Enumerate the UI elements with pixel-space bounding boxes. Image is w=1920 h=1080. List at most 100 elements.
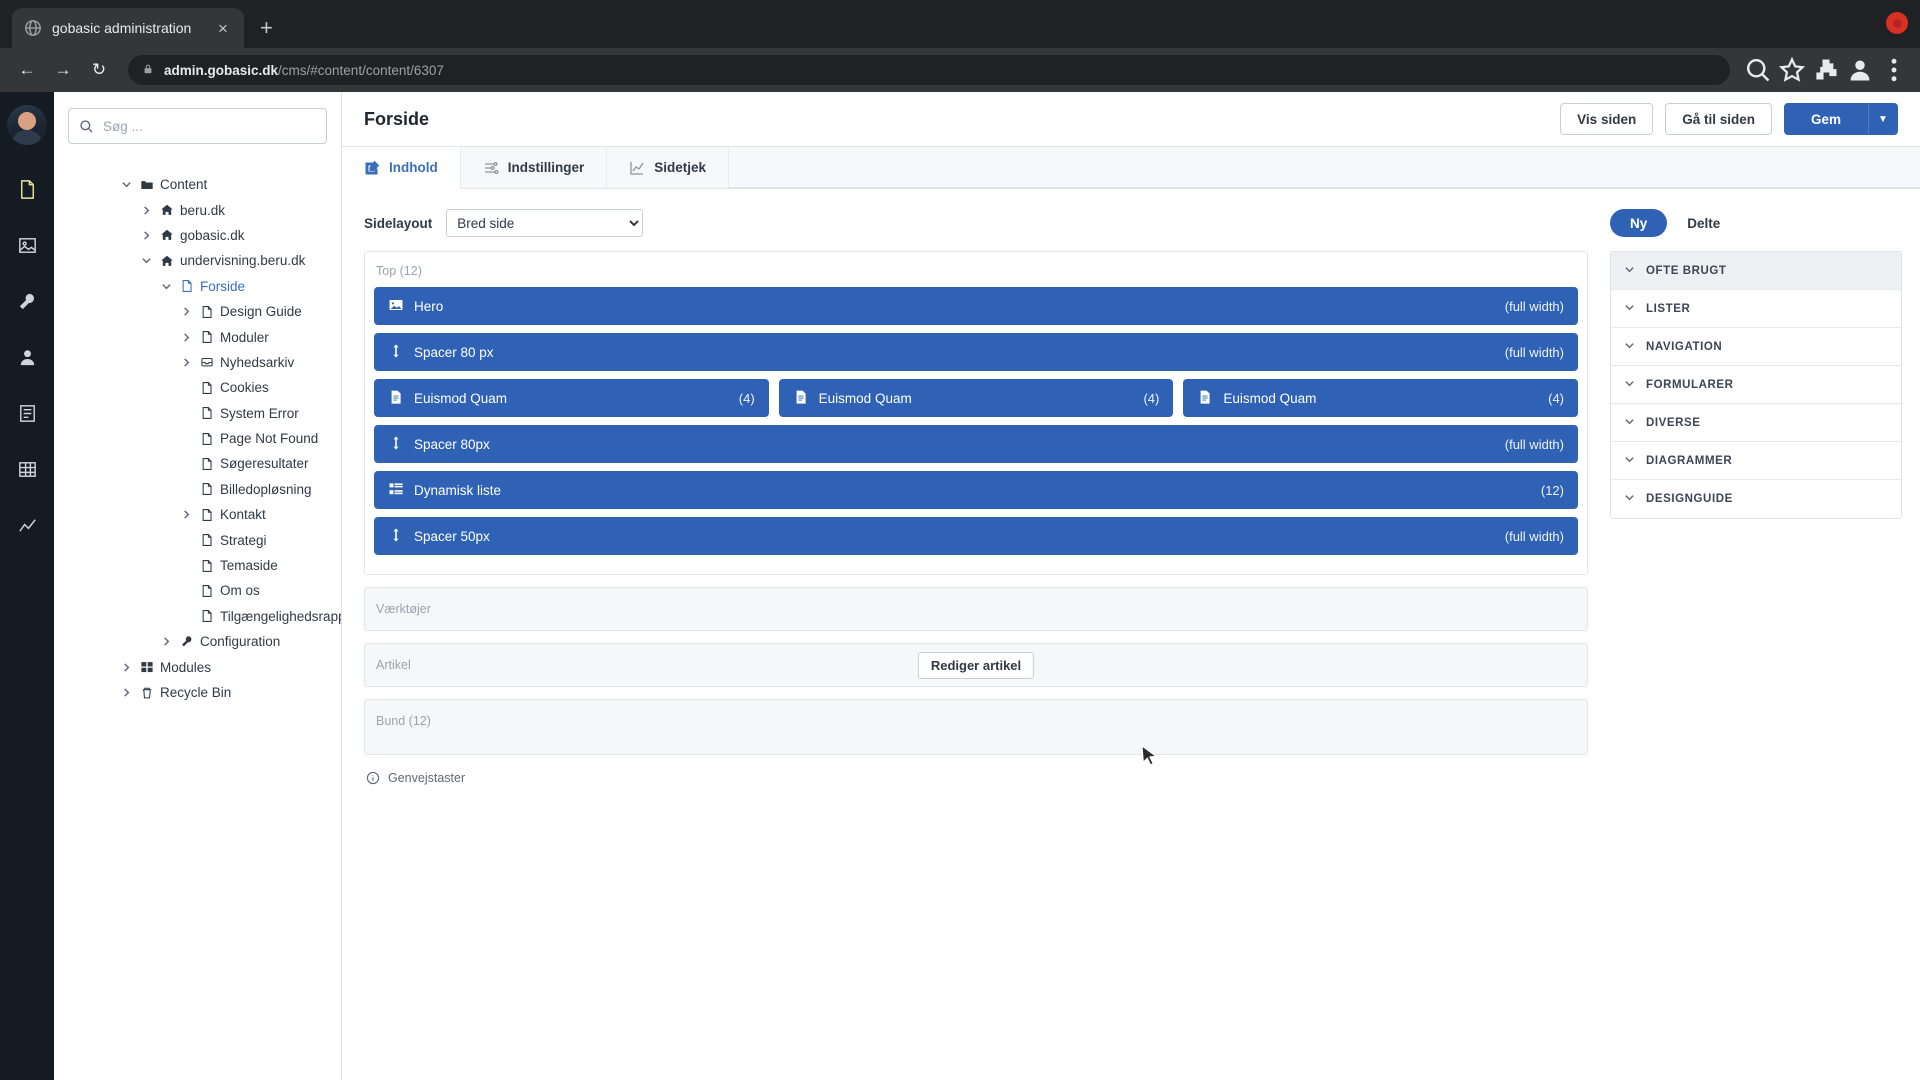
shared-widget-button[interactable]: Delte: [1677, 209, 1730, 237]
chevron-right-icon[interactable]: [116, 662, 136, 673]
chevron-down-icon: [1624, 454, 1635, 468]
page-header: Forside Vis siden Gå til siden Gem ▼: [342, 92, 1920, 147]
tab-sidetjek[interactable]: Sidetjek: [607, 147, 730, 188]
close-icon[interactable]: ×: [214, 20, 232, 37]
view-page-button[interactable]: Vis siden: [1560, 103, 1654, 135]
chevron-right-icon[interactable]: [136, 205, 156, 216]
content-block[interactable]: Spacer 50px (full width): [374, 517, 1578, 555]
tree-item-recycle-bin[interactable]: Recycle Bin: [54, 680, 341, 705]
sidebar-item-settings[interactable]: [0, 273, 54, 329]
search-icon: [80, 119, 93, 133]
chevron-down-icon[interactable]: [156, 281, 176, 292]
profile-icon[interactable]: [1846, 56, 1874, 84]
tree-item-kontakt[interactable]: Kontakt: [54, 502, 341, 527]
zoom-icon[interactable]: [1744, 56, 1772, 84]
sidebar-item-forms[interactable]: [0, 385, 54, 441]
page-editor: Sidelayout Bred side Top (12) Hero (full …: [342, 189, 1610, 1080]
shortcuts-row[interactable]: Genvejstaster: [366, 771, 1588, 785]
accordion-section-ofte-brugt[interactable]: OFTE BRUGT: [1611, 252, 1901, 290]
accordion-section-designguide[interactable]: DESIGNGUIDE: [1611, 480, 1901, 518]
search-input[interactable]: [103, 118, 316, 134]
content-block[interactable]: Spacer 80px (full width): [374, 425, 1578, 463]
accordion-section-navigation[interactable]: NAVIGATION: [1611, 328, 1901, 366]
forward-icon[interactable]: →: [48, 55, 78, 85]
avatar[interactable]: [7, 105, 47, 145]
content-block[interactable]: Euismod Quam (4): [778, 379, 1174, 417]
chevron-right-icon[interactable]: [176, 509, 196, 520]
bookmark-star-icon[interactable]: [1778, 56, 1806, 84]
tree-item-om-os[interactable]: Om os: [54, 578, 341, 603]
content-block[interactable]: Euismod Quam (4): [1183, 379, 1579, 417]
new-widget-button[interactable]: Ny: [1610, 209, 1668, 237]
chevron-right-icon[interactable]: [156, 636, 176, 647]
chevron-right-icon[interactable]: [176, 332, 196, 343]
tree-item-temaside[interactable]: Temaside: [54, 553, 341, 578]
tree-item-system-error[interactable]: System Error: [54, 401, 341, 426]
sidebar-item-users[interactable]: [0, 329, 54, 385]
content-block[interactable]: Hero (full width): [374, 287, 1578, 325]
tree-item-forside[interactable]: Forside: [54, 274, 341, 299]
block-name: Hero: [414, 298, 444, 314]
tree-item-page-not-found[interactable]: Page Not Found: [54, 426, 341, 451]
bottom-zone[interactable]: Bund (12): [364, 699, 1588, 755]
spacer-icon: [388, 343, 404, 362]
chevron-right-icon[interactable]: [136, 230, 156, 241]
new-tab-icon[interactable]: +: [260, 17, 273, 39]
tools-zone[interactable]: Værktøjer: [364, 587, 1588, 631]
tab-indstillinger[interactable]: Indstillinger: [460, 147, 608, 188]
tree-item-cookies[interactable]: Cookies: [54, 375, 341, 400]
tree-item-gobasic-dk[interactable]: gobasic.dk: [54, 223, 341, 248]
block-name: Euismod Quam: [414, 390, 508, 406]
tree-item-modules[interactable]: Modules: [54, 654, 341, 679]
edit-article-button[interactable]: Rediger artikel: [917, 651, 1035, 679]
tree-item-beru-dk[interactable]: beru.dk: [54, 197, 341, 222]
window-close-button[interactable]: [1886, 12, 1908, 34]
url-domain: admin.gobasic.dk: [164, 62, 279, 78]
content-block[interactable]: Dynamisk liste (12): [374, 471, 1578, 509]
accordion-section-diverse[interactable]: DIVERSE: [1611, 404, 1901, 442]
article-zone[interactable]: Artikel Rediger artikel: [364, 643, 1588, 687]
tab-indhold[interactable]: Indhold: [342, 147, 461, 189]
accordion-section-diagrammer[interactable]: DIAGRAMMER: [1611, 442, 1901, 480]
goto-page-button[interactable]: Gå til siden: [1665, 103, 1772, 135]
tree-item-nyhedsarkiv[interactable]: Nyhedsarkiv: [54, 350, 341, 375]
address-bar[interactable]: admin.gobasic.dk/cms/#content/content/63…: [128, 55, 1730, 85]
browser-tab[interactable]: gobasic administration ×: [12, 8, 244, 48]
chevron-right-icon[interactable]: [176, 357, 196, 368]
browser-menu-icon[interactable]: [1880, 56, 1908, 84]
extensions-icon[interactable]: [1812, 56, 1840, 84]
back-icon[interactable]: ←: [12, 55, 42, 85]
chevron-right-icon[interactable]: [116, 687, 136, 698]
accordion-section-label: NAVIGATION: [1646, 340, 1723, 353]
accordion-section-lister[interactable]: LISTER: [1611, 290, 1901, 328]
block-row: Hero (full width): [374, 287, 1578, 325]
content-block[interactable]: Euismod Quam (4): [374, 379, 769, 417]
save-button[interactable]: Gem: [1783, 103, 1868, 135]
chevron-right-icon[interactable]: [176, 306, 196, 317]
tree-item-tilg-ngelighedsrapporter[interactable]: Tilgængelighedsrapporter: [54, 604, 341, 629]
chevron-down-icon[interactable]: [136, 255, 156, 266]
layout-select[interactable]: Bred side: [446, 209, 644, 237]
tree-item-content[interactable]: Content: [54, 172, 341, 197]
tree-item-label: Cookies: [220, 380, 269, 396]
tree-item-s-geresultater[interactable]: Søgeresultater: [54, 451, 341, 476]
tree-item-moduler[interactable]: Moduler: [54, 324, 341, 349]
sidebar-item-tables[interactable]: [0, 441, 54, 497]
tree-item-billedopl-sning[interactable]: Billedopløsning: [54, 477, 341, 502]
wrench-icon: [176, 635, 198, 649]
tree-item-undervisning-beru-dk[interactable]: undervisning.beru.dk: [54, 248, 341, 273]
tree-item-design-guide[interactable]: Design Guide: [54, 299, 341, 324]
sidebar-item-media[interactable]: [0, 217, 54, 273]
reload-icon[interactable]: ↻: [84, 55, 114, 85]
sidebar-item-analytics[interactable]: [0, 497, 54, 553]
tree-item-configuration[interactable]: Configuration: [54, 629, 341, 654]
save-dropdown-caret-icon[interactable]: ▼: [1868, 103, 1898, 135]
accordion-section-formularer[interactable]: FORMULARER: [1611, 366, 1901, 404]
content-block[interactable]: Spacer 80 px (full width): [374, 333, 1578, 371]
chevron-down-icon[interactable]: [116, 179, 136, 190]
sidebar-item-content[interactable]: [0, 161, 54, 217]
tree-item-label: undervisning.beru.dk: [180, 253, 306, 269]
search-box[interactable]: [68, 108, 327, 144]
browser-toolbar: ← → ↻ admin.gobasic.dk/cms/#content/cont…: [0, 48, 1920, 92]
tree-item-strategi[interactable]: Strategi: [54, 527, 341, 552]
